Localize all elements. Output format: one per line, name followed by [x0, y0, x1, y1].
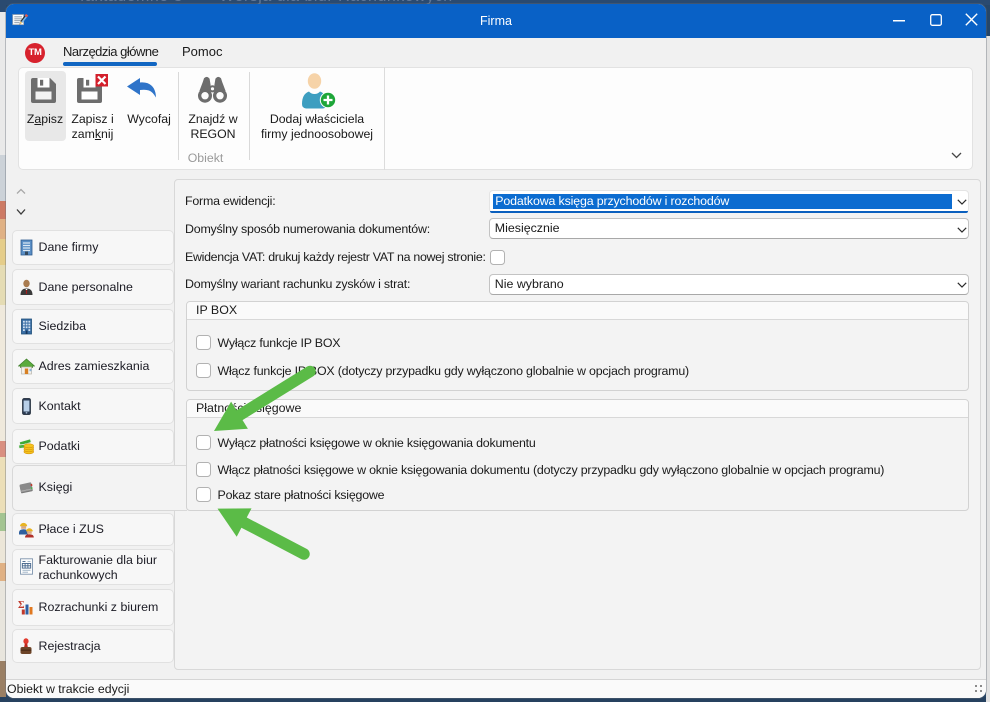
svg-text:Σ: Σ — [18, 600, 25, 611]
